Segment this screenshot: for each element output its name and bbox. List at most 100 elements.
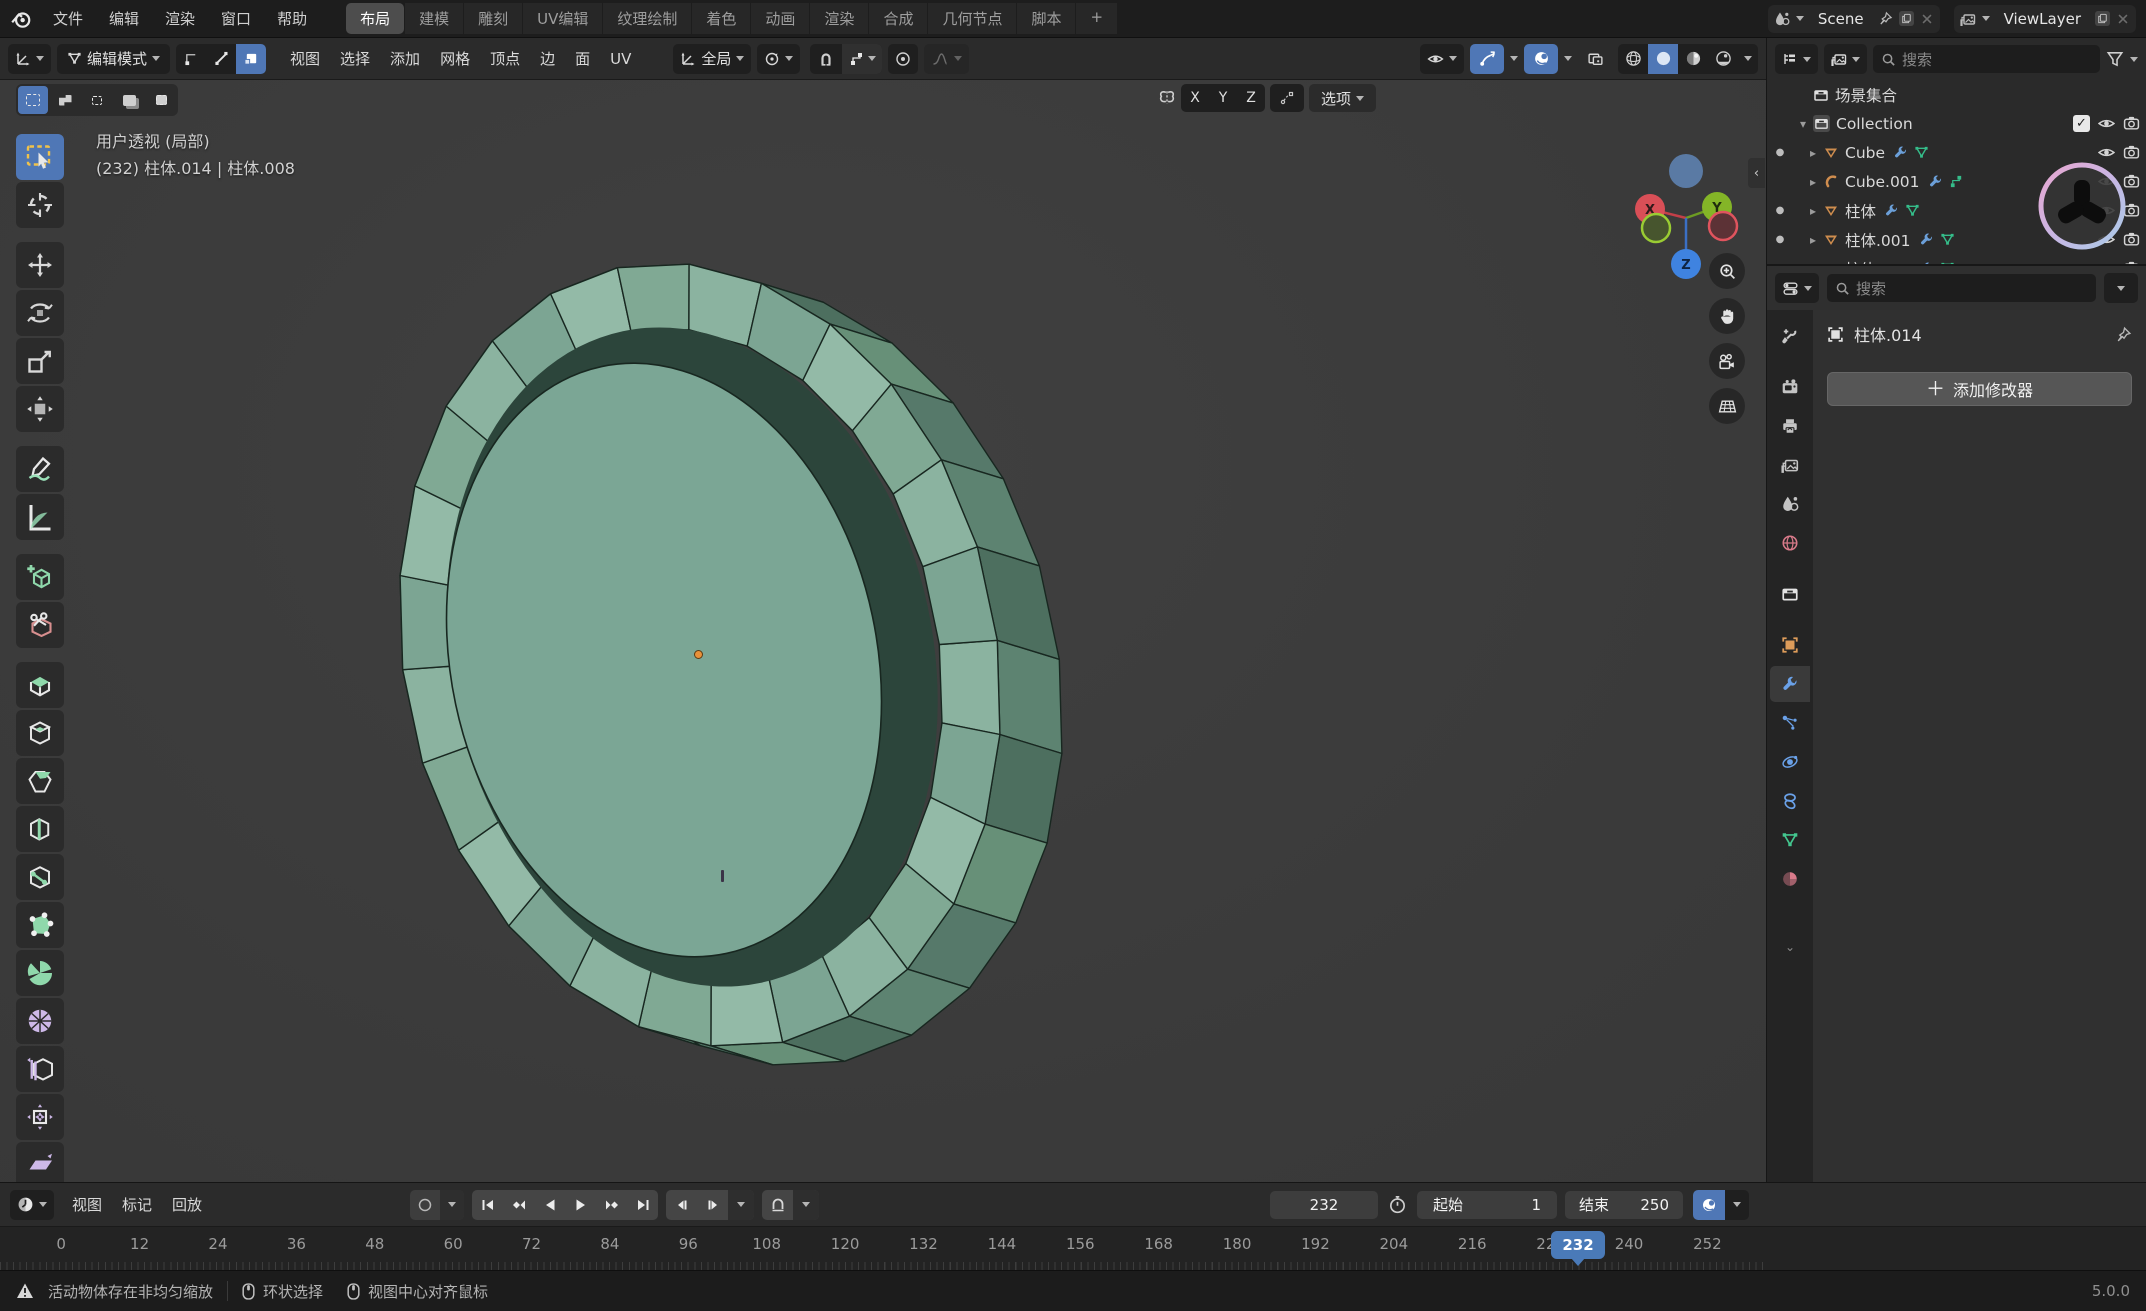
pan-button[interactable]: [1709, 298, 1745, 334]
tool-add-cube[interactable]: [16, 554, 64, 600]
select-difference-button[interactable]: [114, 86, 144, 114]
step-back-button[interactable]: [666, 1190, 697, 1220]
select-new-button[interactable]: [18, 86, 48, 114]
tab-render[interactable]: [1770, 369, 1810, 405]
workspace-tab[interactable]: 动画: [751, 3, 809, 34]
camera-view-button[interactable]: [1709, 343, 1745, 379]
outliner-editor-type[interactable]: [1775, 44, 1818, 74]
viewport-menu-item[interactable]: 添加: [380, 43, 430, 74]
outliner-row-object[interactable]: ●▸ 柱体: [1767, 196, 2146, 225]
step-dropdown[interactable]: [728, 1190, 754, 1220]
outliner-row-object[interactable]: ●▸ 柱体.002: [1767, 254, 2146, 264]
tab-modifiers[interactable]: [1770, 666, 1810, 702]
timeline-editor-type[interactable]: [10, 1190, 54, 1220]
tool-smooth[interactable]: [16, 998, 64, 1044]
tab-material[interactable]: [1770, 861, 1810, 897]
viewport-menu-item[interactable]: 面: [565, 43, 600, 74]
expand-icon[interactable]: ▸: [1803, 146, 1823, 160]
mirror-icon[interactable]: [1158, 89, 1176, 107]
properties-editor-type[interactable]: [1775, 273, 1819, 303]
3d-viewport[interactable]: 用户透视 (局部) (232) 柱体.014 | 柱体.008 X Y Z ‹ …: [0, 80, 1766, 1182]
zoom-button[interactable]: [1709, 253, 1745, 289]
timeline-menu-item[interactable]: 视图: [62, 1189, 112, 1220]
tool-annotate[interactable]: [16, 446, 64, 492]
tool-bevel[interactable]: [16, 758, 64, 804]
outliner-row-collection[interactable]: ▾ Collection ✓: [1767, 109, 2146, 138]
workspace-tab[interactable]: 着色: [692, 3, 750, 34]
snap-settings[interactable]: [842, 44, 882, 74]
tab-viewlayer[interactable]: [1770, 447, 1810, 483]
ortho-toggle-button[interactable]: [1709, 388, 1745, 424]
options-dropdown[interactable]: 选项: [1309, 84, 1376, 112]
workspace-tab[interactable]: 合成: [869, 3, 927, 34]
tab-object[interactable]: [1770, 627, 1810, 663]
gizmos-toggle[interactable]: [1470, 44, 1504, 74]
proportional-edit-toggle[interactable]: [888, 44, 918, 74]
select-extend-button[interactable]: [50, 86, 80, 114]
editor-type-button[interactable]: [8, 44, 51, 74]
timeline-overlay-toggle[interactable]: [1693, 1190, 1725, 1220]
workspace-tab[interactable]: 纹理绘制: [603, 3, 691, 34]
face-select-button[interactable]: [236, 44, 266, 74]
snap-toggle[interactable]: [810, 44, 842, 74]
menu-item[interactable]: 编辑: [96, 4, 152, 33]
copy-icon[interactable]: [2095, 11, 2110, 26]
viewport-menu-item[interactable]: 网格: [430, 43, 480, 74]
outliner-display-mode[interactable]: [1824, 44, 1867, 74]
autokey-dropdown[interactable]: [440, 1190, 464, 1220]
eye-icon[interactable]: [2098, 202, 2115, 219]
tool-select-box[interactable]: [16, 134, 64, 180]
properties-options-dropdown[interactable]: [2104, 273, 2138, 303]
snap-symmetry-button[interactable]: [1270, 84, 1304, 112]
tab-tool[interactable]: [1770, 318, 1810, 354]
navigation-gizmo[interactable]: X Y Z: [1604, 108, 1766, 338]
select-intersect-button[interactable]: [146, 86, 176, 114]
mesh-object[interactable]: [0, 80, 1766, 1182]
eye-icon[interactable]: [2098, 144, 2115, 161]
eye-icon[interactable]: [2098, 231, 2115, 248]
tab-physics[interactable]: [1770, 744, 1810, 780]
rendered-shading-button[interactable]: [1708, 44, 1738, 74]
tool-shrink-fatten[interactable]: [16, 1094, 64, 1140]
workspace-tab[interactable]: 布局: [346, 3, 404, 34]
timeline-menu-item[interactable]: 回放: [162, 1189, 212, 1220]
proportional-falloff[interactable]: [924, 44, 969, 74]
solid-shading-button[interactable]: [1648, 44, 1678, 74]
expand-icon[interactable]: ▸: [1803, 233, 1823, 247]
tabs-overflow-arrow[interactable]: ⌄: [1785, 940, 1795, 954]
tool-edge-slide[interactable]: [16, 1046, 64, 1092]
expand-icon[interactable]: ▸: [1803, 204, 1823, 218]
stopwatch-icon[interactable]: [1388, 1195, 1407, 1214]
edge-select-button[interactable]: [206, 44, 236, 74]
tool-measure[interactable]: [16, 494, 64, 540]
outliner-row-scene-collection[interactable]: 场景集合: [1767, 80, 2146, 109]
menu-item[interactable]: 窗口: [208, 4, 264, 33]
outliner-row-object[interactable]: ●▸ 柱体.001: [1767, 225, 2146, 254]
tool-poly-build[interactable]: [16, 902, 64, 948]
camera-icon[interactable]: [2123, 202, 2140, 219]
transform-orientation[interactable]: 全局: [673, 44, 751, 74]
menu-item[interactable]: 帮助: [264, 4, 320, 33]
workspace-tab[interactable]: 雕刻: [464, 3, 522, 34]
viewport-menu-item[interactable]: 视图: [280, 43, 330, 74]
tool-spin[interactable]: [16, 950, 64, 996]
outliner-search-input[interactable]: 搜索: [1873, 45, 2100, 73]
tool-cursor[interactable]: [16, 182, 64, 228]
tool-knife-project[interactable]: [16, 602, 64, 648]
expand-icon[interactable]: ▸: [1803, 175, 1823, 189]
frame-end-field[interactable]: 结束250: [1565, 1191, 1683, 1219]
shading-dropdown[interactable]: [1738, 44, 1758, 74]
tab-constraints[interactable]: [1770, 783, 1810, 819]
blender-logo-icon[interactable]: [10, 8, 32, 30]
wireframe-shading-button[interactable]: [1618, 44, 1648, 74]
eye-icon[interactable]: [2098, 173, 2115, 190]
tab-object-data[interactable]: [1770, 822, 1810, 858]
viewport-menu-item[interactable]: 顶点: [480, 43, 530, 74]
pin-icon[interactable]: [2115, 326, 2132, 343]
workspace-tab[interactable]: 渲染: [810, 3, 868, 34]
viewlayer-selector[interactable]: ViewLayer: [1954, 5, 2136, 33]
xray-toggle[interactable]: [1578, 44, 1612, 74]
workspace-tab[interactable]: UV编辑: [523, 3, 602, 34]
checkbox-icon[interactable]: ✓: [2073, 115, 2090, 132]
camera-icon[interactable]: [2123, 231, 2140, 248]
